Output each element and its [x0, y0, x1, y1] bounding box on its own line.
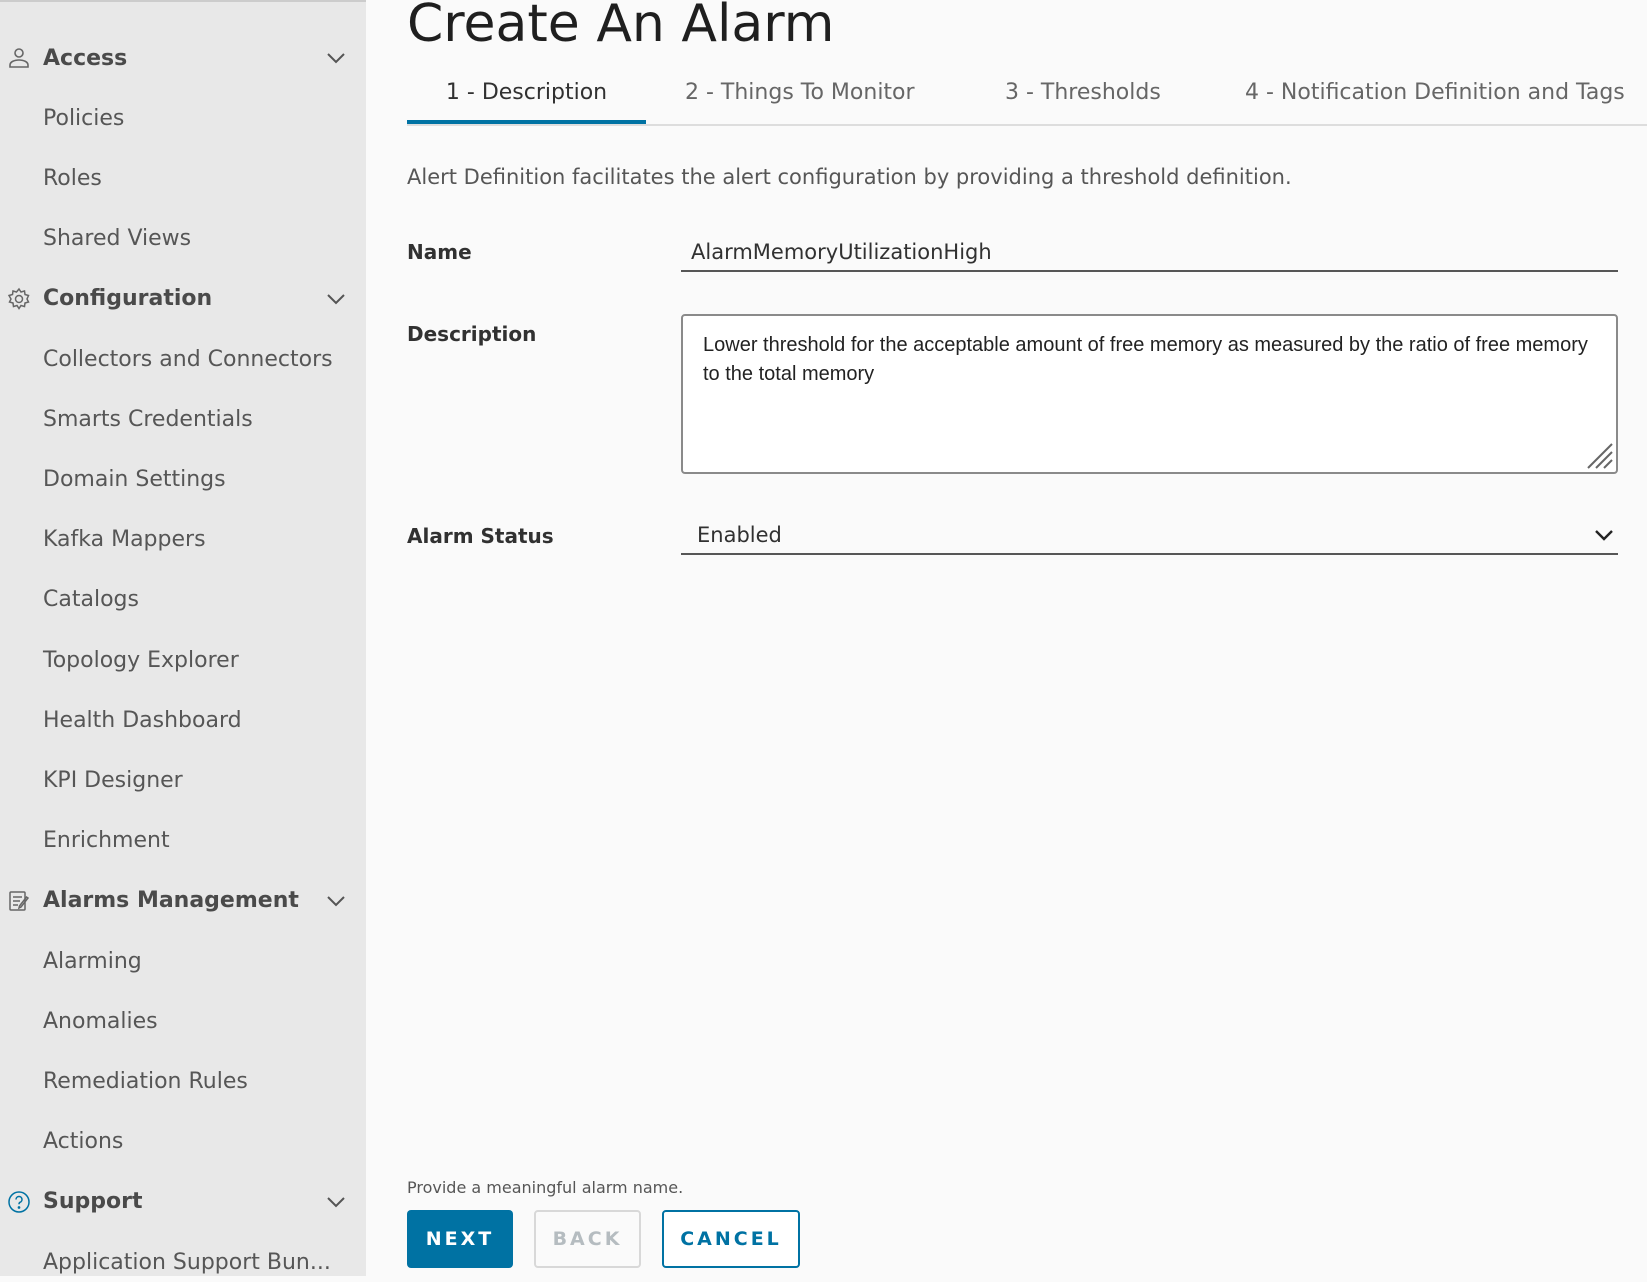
sidebar-section-label: Access	[43, 45, 128, 71]
name-label: Name	[407, 240, 472, 264]
sidebar-item-label: Alarming	[43, 948, 142, 974]
chevron-down-icon[interactable]	[326, 289, 346, 309]
wizard-tabs: 1 - Description 2 - Things To Monitor 3 …	[407, 76, 1647, 126]
user-icon	[7, 46, 31, 70]
sidebar-item-label: KPI Designer	[43, 767, 183, 793]
sidebar-item-label: Application Support Bun...	[43, 1249, 331, 1275]
sidebar-section-support[interactable]: Support	[0, 1182, 366, 1222]
chevron-down-icon[interactable]	[326, 891, 346, 911]
sidebar-section-label: Support	[43, 1189, 143, 1215]
sidebar-item[interactable]: Roles	[0, 158, 366, 198]
tab-description[interactable]: 1 - Description	[407, 80, 646, 124]
sidebar-section-alarms-management[interactable]: Alarms Management	[0, 881, 366, 921]
chevron-down-icon	[1595, 530, 1613, 541]
sidebar-item[interactable]: Alarming	[0, 941, 366, 981]
main-content: Create An Alarm 1 - Description 2 - Thin…	[407, 0, 1647, 1276]
tab-things-to-monitor[interactable]: 2 - Things To Monitor	[685, 80, 915, 124]
sidebar-item[interactable]: Health Dashboard	[0, 700, 366, 740]
alarm-status-label: Alarm Status	[407, 524, 554, 548]
sidebar-section-configuration[interactable]: Configuration	[0, 279, 366, 319]
sidebar-item[interactable]: Topology Explorer	[0, 640, 366, 680]
hint-text: Provide a meaningful alarm name.	[407, 1178, 684, 1197]
sidebar-item[interactable]: Anomalies	[0, 1001, 366, 1041]
sidebar-item-label: Domain Settings	[43, 466, 226, 492]
tab-notification-definition-and-tags[interactable]: 4 - Notification Definition and Tags	[1245, 80, 1625, 124]
description-textarea[interactable]: Lower threshold for the acceptable amoun…	[681, 314, 1618, 474]
sidebar-item-label: Kafka Mappers	[43, 527, 206, 553]
sidebar-item-label: Actions	[43, 1129, 124, 1155]
sidebar: Access Policies Roles Shared Views Configura…	[0, 0, 366, 1276]
sidebar-item-label: Catalogs	[43, 587, 139, 613]
sidebar-item-label: Policies	[43, 105, 125, 131]
sidebar-item[interactable]: Shared Views	[0, 219, 366, 259]
chevron-down-icon[interactable]	[326, 1192, 346, 1212]
sidebar-item-label: Enrichment	[43, 828, 170, 854]
sidebar-item[interactable]: Policies	[0, 98, 366, 138]
gear-icon	[7, 287, 31, 311]
description-label: Description	[407, 322, 537, 346]
chevron-down-icon[interactable]	[326, 48, 346, 68]
sidebar-section-label: Alarms Management	[43, 888, 299, 914]
sidebar-item-label: Roles	[43, 165, 102, 191]
resize-grip-icon[interactable]	[1584, 440, 1614, 470]
sidebar-item[interactable]: Catalogs	[0, 580, 366, 620]
sidebar-item[interactable]: KPI Designer	[0, 760, 366, 800]
alarm-status-select[interactable]: Enabled	[681, 519, 1618, 555]
sidebar-item[interactable]: Actions	[0, 1122, 366, 1162]
sidebar-item[interactable]: Smarts Credentials	[0, 399, 366, 439]
sidebar-item[interactable]: Domain Settings	[0, 459, 366, 499]
next-button[interactable]: NEXT	[407, 1210, 513, 1268]
name-input[interactable]: AlarmMemoryUtilizationHigh	[681, 236, 1618, 272]
tab-thresholds[interactable]: 3 - Thresholds	[1005, 80, 1161, 124]
notepad-icon	[7, 889, 31, 913]
sidebar-item[interactable]: Kafka Mappers	[0, 520, 366, 560]
sidebar-item-label: Health Dashboard	[43, 707, 242, 733]
sidebar-section-access[interactable]: Access	[0, 38, 366, 78]
description-value: Lower threshold for the acceptable amoun…	[703, 334, 1588, 385]
cancel-button[interactable]: CANCEL	[662, 1210, 800, 1268]
intro-text: Alert Definition facilitates the alert c…	[407, 165, 1292, 189]
sidebar-item-label: Topology Explorer	[43, 647, 239, 673]
sidebar-item-label: Smarts Credentials	[43, 406, 253, 432]
sidebar-item[interactable]: Remediation Rules	[0, 1061, 366, 1101]
back-button[interactable]: BACK	[534, 1210, 641, 1268]
sidebar-item-label: Shared Views	[43, 226, 192, 252]
help-circle-icon	[7, 1190, 31, 1214]
sidebar-item-label: Remediation Rules	[43, 1068, 248, 1094]
sidebar-section-label: Configuration	[43, 286, 213, 312]
sidebar-item-label: Anomalies	[43, 1008, 158, 1034]
alarm-status-value: Enabled	[697, 523, 782, 547]
sidebar-item[interactable]: Collectors and Connectors	[0, 339, 366, 379]
sidebar-item-label: Collectors and Connectors	[43, 346, 333, 372]
sidebar-item[interactable]: Enrichment	[0, 821, 366, 861]
sidebar-item[interactable]: Application Support Bun...	[0, 1242, 366, 1282]
page-title: Create An Alarm	[407, 0, 835, 54]
